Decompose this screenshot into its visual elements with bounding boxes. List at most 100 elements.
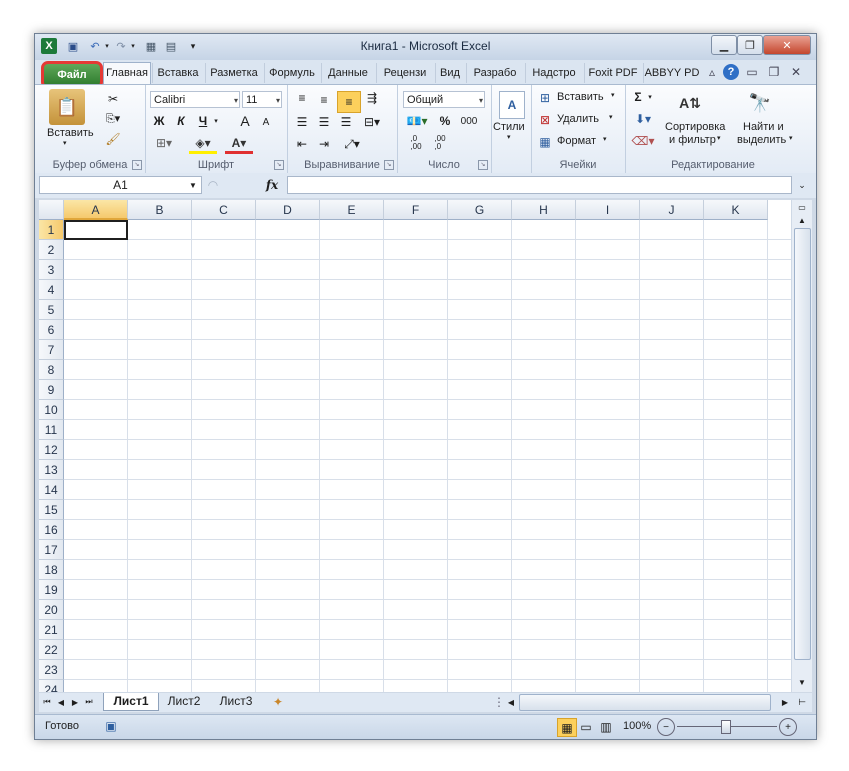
formula-bar-splitter-icon[interactable]: ◠ bbox=[205, 177, 221, 193]
thousands-button[interactable]: 000 bbox=[457, 113, 481, 129]
vertical-scrollbar[interactable]: ▭ ▲ ▼ bbox=[792, 200, 812, 692]
scroll-down-icon[interactable]: ▼ bbox=[795, 676, 809, 688]
tab-insert[interactable]: Вставка bbox=[152, 63, 203, 83]
increase-decimal-button[interactable]: ,0 ,00 bbox=[405, 133, 427, 153]
styles-dropdown-icon[interactable]: ▾ bbox=[507, 133, 511, 141]
column-header-c[interactable]: C bbox=[192, 200, 256, 220]
row-header-9[interactable]: 9 bbox=[39, 380, 64, 400]
align-right-icon[interactable]: ☰ bbox=[337, 113, 355, 131]
fill-color-icon[interactable]: ◈▾ bbox=[189, 135, 217, 154]
underline-dropdown-icon[interactable]: ▾ bbox=[211, 113, 221, 129]
collapse-ribbon-icon[interactable]: ▵ bbox=[705, 65, 719, 79]
zoom-out-icon[interactable]: − bbox=[657, 718, 675, 736]
percent-button[interactable]: % bbox=[437, 113, 453, 129]
row-header-12[interactable]: 12 bbox=[39, 440, 64, 460]
tab-data[interactable]: Данные bbox=[321, 63, 374, 83]
prev-sheet-icon[interactable]: ◀ bbox=[55, 695, 67, 709]
find-select-dropdown-icon[interactable]: ▾ bbox=[789, 134, 793, 142]
spreadsheet-grid[interactable]: ABCDEFGHIJK 1 2 3 4 5 6 7 8 9 10 11 12 13 14 15 16 17 18 1… bbox=[39, 200, 791, 692]
scroll-up-icon[interactable]: ▲ bbox=[795, 214, 809, 226]
font-size-combo[interactable]: 11 ▾ bbox=[242, 91, 282, 108]
zoom-slider-thumb[interactable] bbox=[721, 720, 731, 734]
row-header-11[interactable]: 11 bbox=[39, 420, 64, 440]
column-header-d[interactable]: D bbox=[256, 200, 320, 220]
row-header-14[interactable]: 14 bbox=[39, 480, 64, 500]
row-header-19[interactable]: 19 bbox=[39, 580, 64, 600]
column-header-a[interactable]: A bbox=[64, 200, 128, 220]
name-box[interactable]: A1 bbox=[39, 176, 202, 194]
scroll-left-icon[interactable]: ◀ bbox=[505, 695, 517, 709]
sort-filter-icon[interactable]: A⇅ bbox=[675, 89, 705, 117]
scroll-right-icon[interactable]: ▶ bbox=[779, 695, 791, 709]
sheet-tab-2[interactable]: Лист2 bbox=[159, 693, 209, 710]
grow-font-button[interactable]: A bbox=[237, 113, 253, 129]
sort-filter-label-1[interactable]: Сортировка bbox=[665, 121, 725, 133]
column-header-k[interactable]: K bbox=[704, 200, 768, 220]
row-header-10[interactable]: 10 bbox=[39, 400, 64, 420]
format-painter-icon[interactable]: 🖌 bbox=[105, 131, 121, 147]
tab-foxit-pdf[interactable]: Foxit PDF bbox=[584, 63, 641, 83]
split-box-horizontal-icon[interactable]: ⊢ bbox=[795, 695, 809, 709]
row-header-21[interactable]: 21 bbox=[39, 620, 64, 640]
find-select-label-1[interactable]: Найти и bbox=[743, 121, 784, 133]
row-header-7[interactable]: 7 bbox=[39, 340, 64, 360]
row-header-4[interactable]: 4 bbox=[39, 280, 64, 300]
align-top-icon[interactable]: ≡ bbox=[293, 89, 311, 107]
row-header-3[interactable]: 3 bbox=[39, 260, 64, 280]
help-icon[interactable]: ? bbox=[723, 64, 739, 80]
last-sheet-icon[interactable]: ⏭ bbox=[83, 695, 95, 709]
page-break-view-icon[interactable]: ▥ bbox=[597, 718, 615, 735]
decrease-indent-icon[interactable]: ⇤ bbox=[293, 135, 311, 153]
sort-filter-label-2[interactable]: и фильтр bbox=[669, 134, 716, 146]
orientation-icon[interactable]: ⤢▾ bbox=[339, 135, 365, 153]
workbook-restore-icon[interactable]: ❐ bbox=[767, 65, 781, 79]
column-header-g[interactable]: G bbox=[448, 200, 512, 220]
paste-button-label[interactable]: Вставить bbox=[47, 127, 94, 139]
insert-function-button[interactable]: fx bbox=[263, 177, 281, 193]
minimize-button[interactable]: ▁ bbox=[711, 35, 737, 55]
insert-cells-button[interactable]: Вставить bbox=[557, 91, 604, 103]
column-header-h[interactable]: H bbox=[512, 200, 576, 220]
tab-addins[interactable]: Надстро bbox=[525, 63, 582, 83]
row-header-23[interactable]: 23 bbox=[39, 660, 64, 680]
zoom-level[interactable]: 100% bbox=[623, 720, 651, 732]
next-sheet-icon[interactable]: ▶ bbox=[69, 695, 81, 709]
paste-icon[interactable]: 📋 bbox=[49, 89, 85, 125]
italic-button[interactable]: К bbox=[173, 113, 189, 129]
tab-view[interactable]: Вид bbox=[435, 63, 464, 83]
workbook-minimize-icon[interactable]: ▭ bbox=[745, 65, 759, 79]
increase-indent-icon[interactable]: ⇥ bbox=[315, 135, 333, 153]
vertical-scroll-thumb[interactable] bbox=[794, 228, 811, 660]
insert-sheet-icon[interactable]: ✦ bbox=[269, 694, 287, 710]
clipboard-launcher-icon[interactable]: ↘ bbox=[132, 160, 142, 170]
column-header-j[interactable]: J bbox=[640, 200, 704, 220]
styles-icon[interactable]: A bbox=[499, 91, 525, 119]
tab-review[interactable]: Рецензи bbox=[376, 63, 433, 83]
align-center-icon[interactable]: ☰ bbox=[315, 113, 333, 131]
number-format-combo[interactable]: Общий ▾ bbox=[403, 91, 485, 108]
insert-cells-icon[interactable]: ⊞ bbox=[537, 91, 553, 105]
underline-button[interactable]: Ч bbox=[195, 113, 211, 129]
tab-home[interactable]: Главная bbox=[103, 62, 151, 85]
tab-split-handle-icon[interactable]: ⋮ bbox=[493, 694, 505, 710]
column-header-b[interactable]: B bbox=[128, 200, 192, 220]
close-button[interactable]: ✕ bbox=[763, 35, 811, 55]
split-box-icon[interactable]: ▭ bbox=[795, 202, 809, 212]
row-header-24[interactable]: 24 bbox=[39, 680, 64, 692]
alignment-launcher-icon[interactable]: ↘ bbox=[384, 160, 394, 170]
shrink-font-button[interactable]: A bbox=[259, 115, 273, 129]
tab-formulas[interactable]: Формуль bbox=[264, 63, 319, 83]
bold-button[interactable]: Ж bbox=[151, 113, 167, 129]
autosum-dropdown-icon[interactable]: ▾ bbox=[645, 89, 655, 105]
row-header-22[interactable]: 22 bbox=[39, 640, 64, 660]
format-cells-dropdown-icon[interactable]: ▾ bbox=[603, 135, 607, 143]
row-header-18[interactable]: 18 bbox=[39, 560, 64, 580]
currency-icon[interactable]: 💶▾ bbox=[403, 113, 431, 129]
copy-icon[interactable]: ⎘▾ bbox=[103, 111, 123, 127]
align-middle-icon[interactable]: ≡ bbox=[315, 91, 333, 109]
normal-view-icon[interactable]: ▦ bbox=[557, 718, 577, 737]
row-header-20[interactable]: 20 bbox=[39, 600, 64, 620]
sheet-tab-1[interactable]: Лист1 bbox=[103, 693, 159, 711]
number-launcher-icon[interactable]: ↘ bbox=[478, 160, 488, 170]
row-header-6[interactable]: 6 bbox=[39, 320, 64, 340]
